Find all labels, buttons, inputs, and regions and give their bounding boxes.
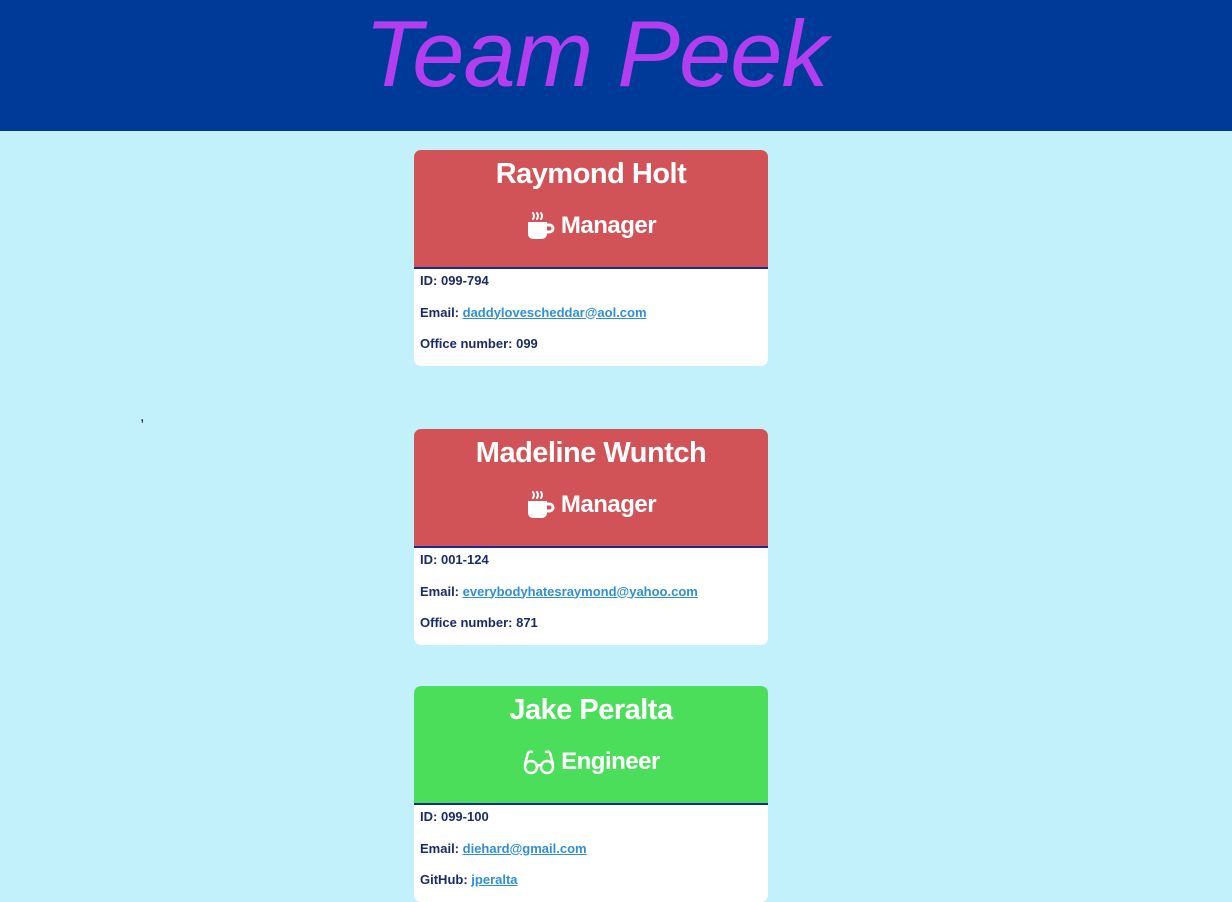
- email-label: Email:: [420, 583, 460, 599]
- coffee-mug-icon: [526, 490, 556, 520]
- card-details: ID: 099-100 Email: diehard@gmail.com Git…: [414, 805, 768, 902]
- card-header: Raymond Holt Manager: [414, 150, 768, 269]
- id-value: 099-794: [440, 273, 489, 288]
- employee-card: Jake Peralta Engineer ID: 099-100 Email:…: [414, 686, 768, 902]
- employee-card: Raymond Holt Manager ID: 099-794 Email: …: [414, 150, 768, 366]
- office-line: Office number: 871: [420, 615, 762, 631]
- github-label: GitHub:: [420, 872, 468, 887]
- email-link[interactable]: everybodyhatesraymond@yahoo.com: [463, 584, 698, 599]
- office-value: 871: [516, 615, 538, 630]
- employee-name: Jake Peralta: [509, 694, 673, 726]
- email-link[interactable]: diehard@gmail.com: [463, 841, 587, 856]
- role-label: Engineer: [561, 748, 660, 775]
- id-line: ID: 099-100: [420, 809, 762, 825]
- employee-role: Manager: [414, 490, 768, 520]
- card-header: Jake Peralta Engineer: [414, 686, 768, 805]
- coffee-mug-icon: [526, 211, 556, 241]
- email-label: Email:: [420, 304, 460, 320]
- email-line: Email: diehard@gmail.com: [420, 841, 762, 857]
- glasses-icon: [522, 747, 556, 777]
- email-label: Email:: [420, 840, 460, 856]
- id-value: 001-124: [440, 552, 489, 567]
- separator-text: ,: [140, 408, 145, 425]
- card-details: ID: 001-124 Email: everybodyhatesraymond…: [414, 548, 768, 645]
- employee-name: Madeline Wuntch: [475, 437, 707, 469]
- id-line: ID: 099-794: [420, 273, 762, 289]
- employee-role: Manager: [414, 211, 768, 241]
- card-header: Madeline Wuntch Manager: [414, 429, 768, 548]
- email-line: Email: everybodyhatesraymond@yahoo.com: [420, 584, 762, 600]
- employee-card: Madeline Wuntch Manager ID: 001-124 Emai…: [414, 429, 768, 645]
- id-label: ID:: [420, 809, 438, 824]
- page-header: Team Peek: [0, 0, 1232, 131]
- github-link[interactable]: jperalta: [471, 872, 517, 887]
- page-title: Team Peek: [364, 1, 828, 106]
- id-value: 099-100: [440, 809, 489, 824]
- role-label: Manager: [560, 212, 657, 239]
- office-label: Office number:: [420, 615, 513, 630]
- office-value: 099: [516, 336, 538, 351]
- employee-name: Raymond Holt: [495, 158, 687, 190]
- office-label: Office number:: [420, 336, 513, 351]
- employee-role: Engineer: [414, 747, 768, 777]
- card-details: ID: 099-794 Email: daddylovescheddar@aol…: [414, 269, 768, 366]
- email-line: Email: daddylovescheddar@aol.com: [420, 305, 762, 321]
- email-link[interactable]: daddylovescheddar@aol.com: [463, 305, 647, 320]
- id-line: ID: 001-124: [420, 552, 762, 568]
- github-line: GitHub: jperalta: [420, 872, 762, 888]
- role-label: Manager: [560, 491, 657, 518]
- office-line: Office number: 099: [420, 336, 762, 352]
- id-label: ID:: [420, 273, 438, 288]
- id-label: ID:: [420, 552, 438, 567]
